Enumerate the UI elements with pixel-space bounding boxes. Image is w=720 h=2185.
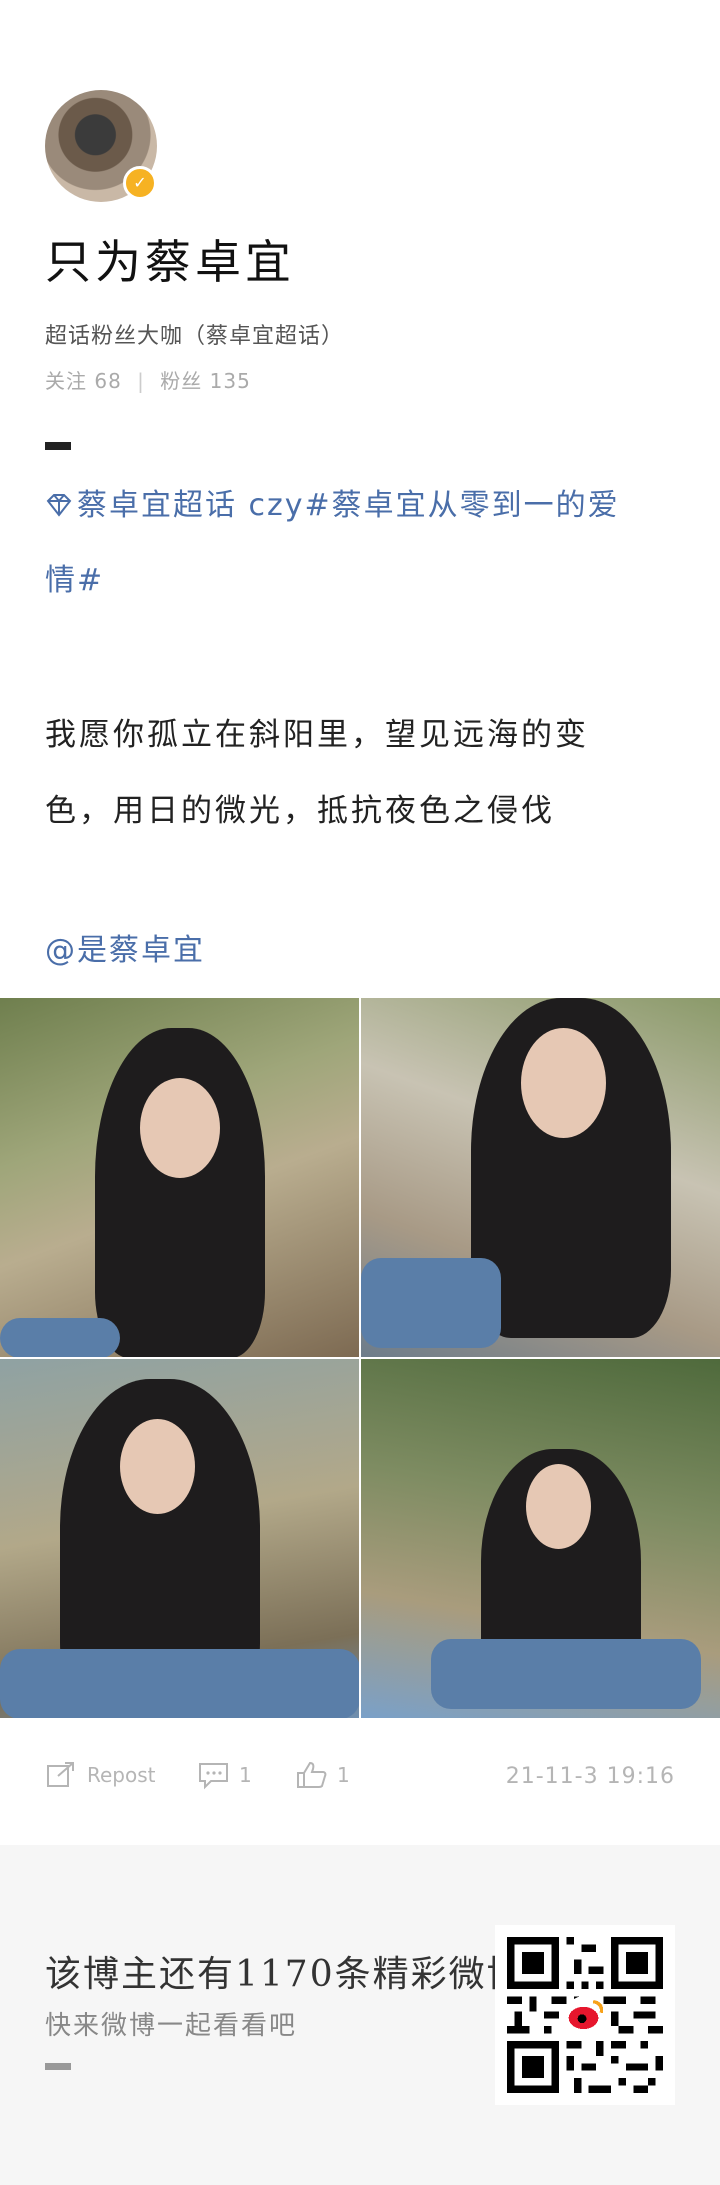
following-label[interactable]: 关注 [45,369,87,393]
repost-button[interactable]: Repost [45,1760,156,1790]
hashtag-line-2[interactable]: 情# [45,543,675,618]
comment-icon [199,1763,228,1790]
mention-link[interactable]: @是蔡卓宜 [45,925,205,969]
username[interactable]: 只为蔡卓宜 [45,226,295,292]
qr-code-icon[interactable] [495,1925,675,2105]
diamond-icon [46,494,72,517]
topic-code[interactable]: czy [249,488,305,523]
topic-tag[interactable]: 蔡卓宜超话 [77,488,237,523]
topic-link[interactable]: 蔡卓宜超话 [45,488,249,523]
footer-banner: 该博主还有1170条精彩微博 快来微博一起看看吧 [0,1845,720,2185]
repost-icon [47,1762,74,1787]
hashtag-line-1[interactable]: #蔡卓宜从零到一的爱 [305,488,620,523]
user-title: 超话粉丝大咖（蔡卓宜超话） [45,324,345,349]
comment-count: 1 [239,1763,252,1787]
action-bar: Repost 1 1 21-11-3 19:16 [45,1760,675,1800]
more-posts-text: 该博主还有1170条精彩微博 [45,1954,525,1995]
followers-count[interactable]: 135 [210,369,251,393]
section-divider [45,442,71,450]
post-paragraph: 我愿你孤立在斜阳里，望见远海的变 色，用日的微光，抵抗夜色之侵伐 [45,697,685,849]
footer-divider [45,2063,71,2070]
photo-grid [0,998,720,1718]
like-button[interactable]: 1 [295,1760,350,1790]
post-topic-block: 蔡卓宜超话 czy#蔡卓宜从零到一的爱 情# [45,468,675,618]
photo-3[interactable] [0,1359,359,1718]
paragraph-line-2: 色，用日的微光，抵抗夜色之侵伐 [45,793,555,829]
comment-button[interactable]: 1 [197,1760,252,1790]
weibo-post-card: ✓ 只为蔡卓宜 超话粉丝大咖（蔡卓宜超话） 关注 68 | 粉丝 135 蔡卓宜… [0,0,720,2185]
paragraph-line-1: 我愿你孤立在斜阳里，望见远海的变 [45,717,589,753]
repost-label[interactable]: Repost [87,1763,156,1787]
photo-1[interactable] [0,998,359,1357]
like-icon [297,1761,327,1788]
photo-4[interactable] [361,1359,720,1718]
user-stats: 关注 68 | 粉丝 135 [45,365,251,394]
footer-cta: 快来微博一起看看吧 [45,2011,298,2041]
like-count: 1 [337,1763,350,1787]
verified-badge-icon: ✓ [123,166,157,200]
stats-separator: | [137,369,145,393]
photo-2[interactable] [361,998,720,1357]
avatar-container[interactable]: ✓ [45,90,157,202]
following-count[interactable]: 68 [94,369,121,393]
followers-label[interactable]: 粉丝 [160,369,202,393]
post-timestamp: 21-11-3 19:16 [505,1764,675,1789]
